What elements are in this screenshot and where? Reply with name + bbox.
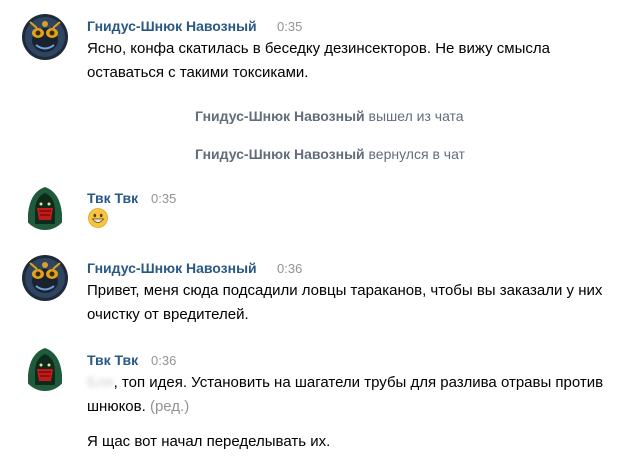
message-author[interactable]: Твк Твк [87, 190, 138, 206]
message-text: Ясно, конфа скатилась в беседку дезинсек… [87, 40, 550, 81]
hooded-figure-avatar[interactable] [22, 345, 68, 391]
service-user[interactable]: Гнидус-Шнюк Навозный [195, 108, 365, 124]
grinning-emoji-icon [88, 208, 108, 228]
chat-history: Гнидус-Шнюк Навозный 0:35 Ясно, конфа ск… [0, 0, 643, 470]
bug-avatar[interactable] [22, 255, 68, 301]
message-text: Бля, топ идея. Установить на шагатели тр… [87, 371, 607, 419]
service-action: вернулся в чат [368, 146, 465, 162]
service-action: вышел из чата [368, 108, 464, 124]
service-user[interactable]: Гнидус-Шнюк Навозный [195, 146, 365, 162]
message-text: Привет, меня сюда подсадили ловцы тарака… [87, 282, 603, 323]
service-message: Гнидус-Шнюк Навозный вышел из чата [195, 108, 464, 124]
message-author[interactable]: Твк Твк [87, 352, 138, 368]
message-time[interactable]: 0:36 [151, 353, 176, 368]
message-author[interactable]: Гнидус-Шнюк Навозный [87, 18, 257, 34]
message-time[interactable]: 0:36 [277, 261, 302, 276]
service-message: Гнидус-Шнюк Навозный вернулся в чат [195, 146, 465, 162]
edited-label[interactable]: (ред.) [150, 398, 189, 415]
message-author[interactable]: Гнидус-Шнюк Навозный [87, 260, 257, 276]
hooded-figure-avatar[interactable] [22, 184, 68, 230]
bug-avatar[interactable] [22, 14, 68, 60]
message-time[interactable]: 0:35 [151, 191, 176, 206]
message-text-2: Я щас вот начал переделывать их. [87, 433, 331, 450]
censored-word: Бля [87, 374, 114, 391]
message-time[interactable]: 0:35 [277, 19, 302, 34]
